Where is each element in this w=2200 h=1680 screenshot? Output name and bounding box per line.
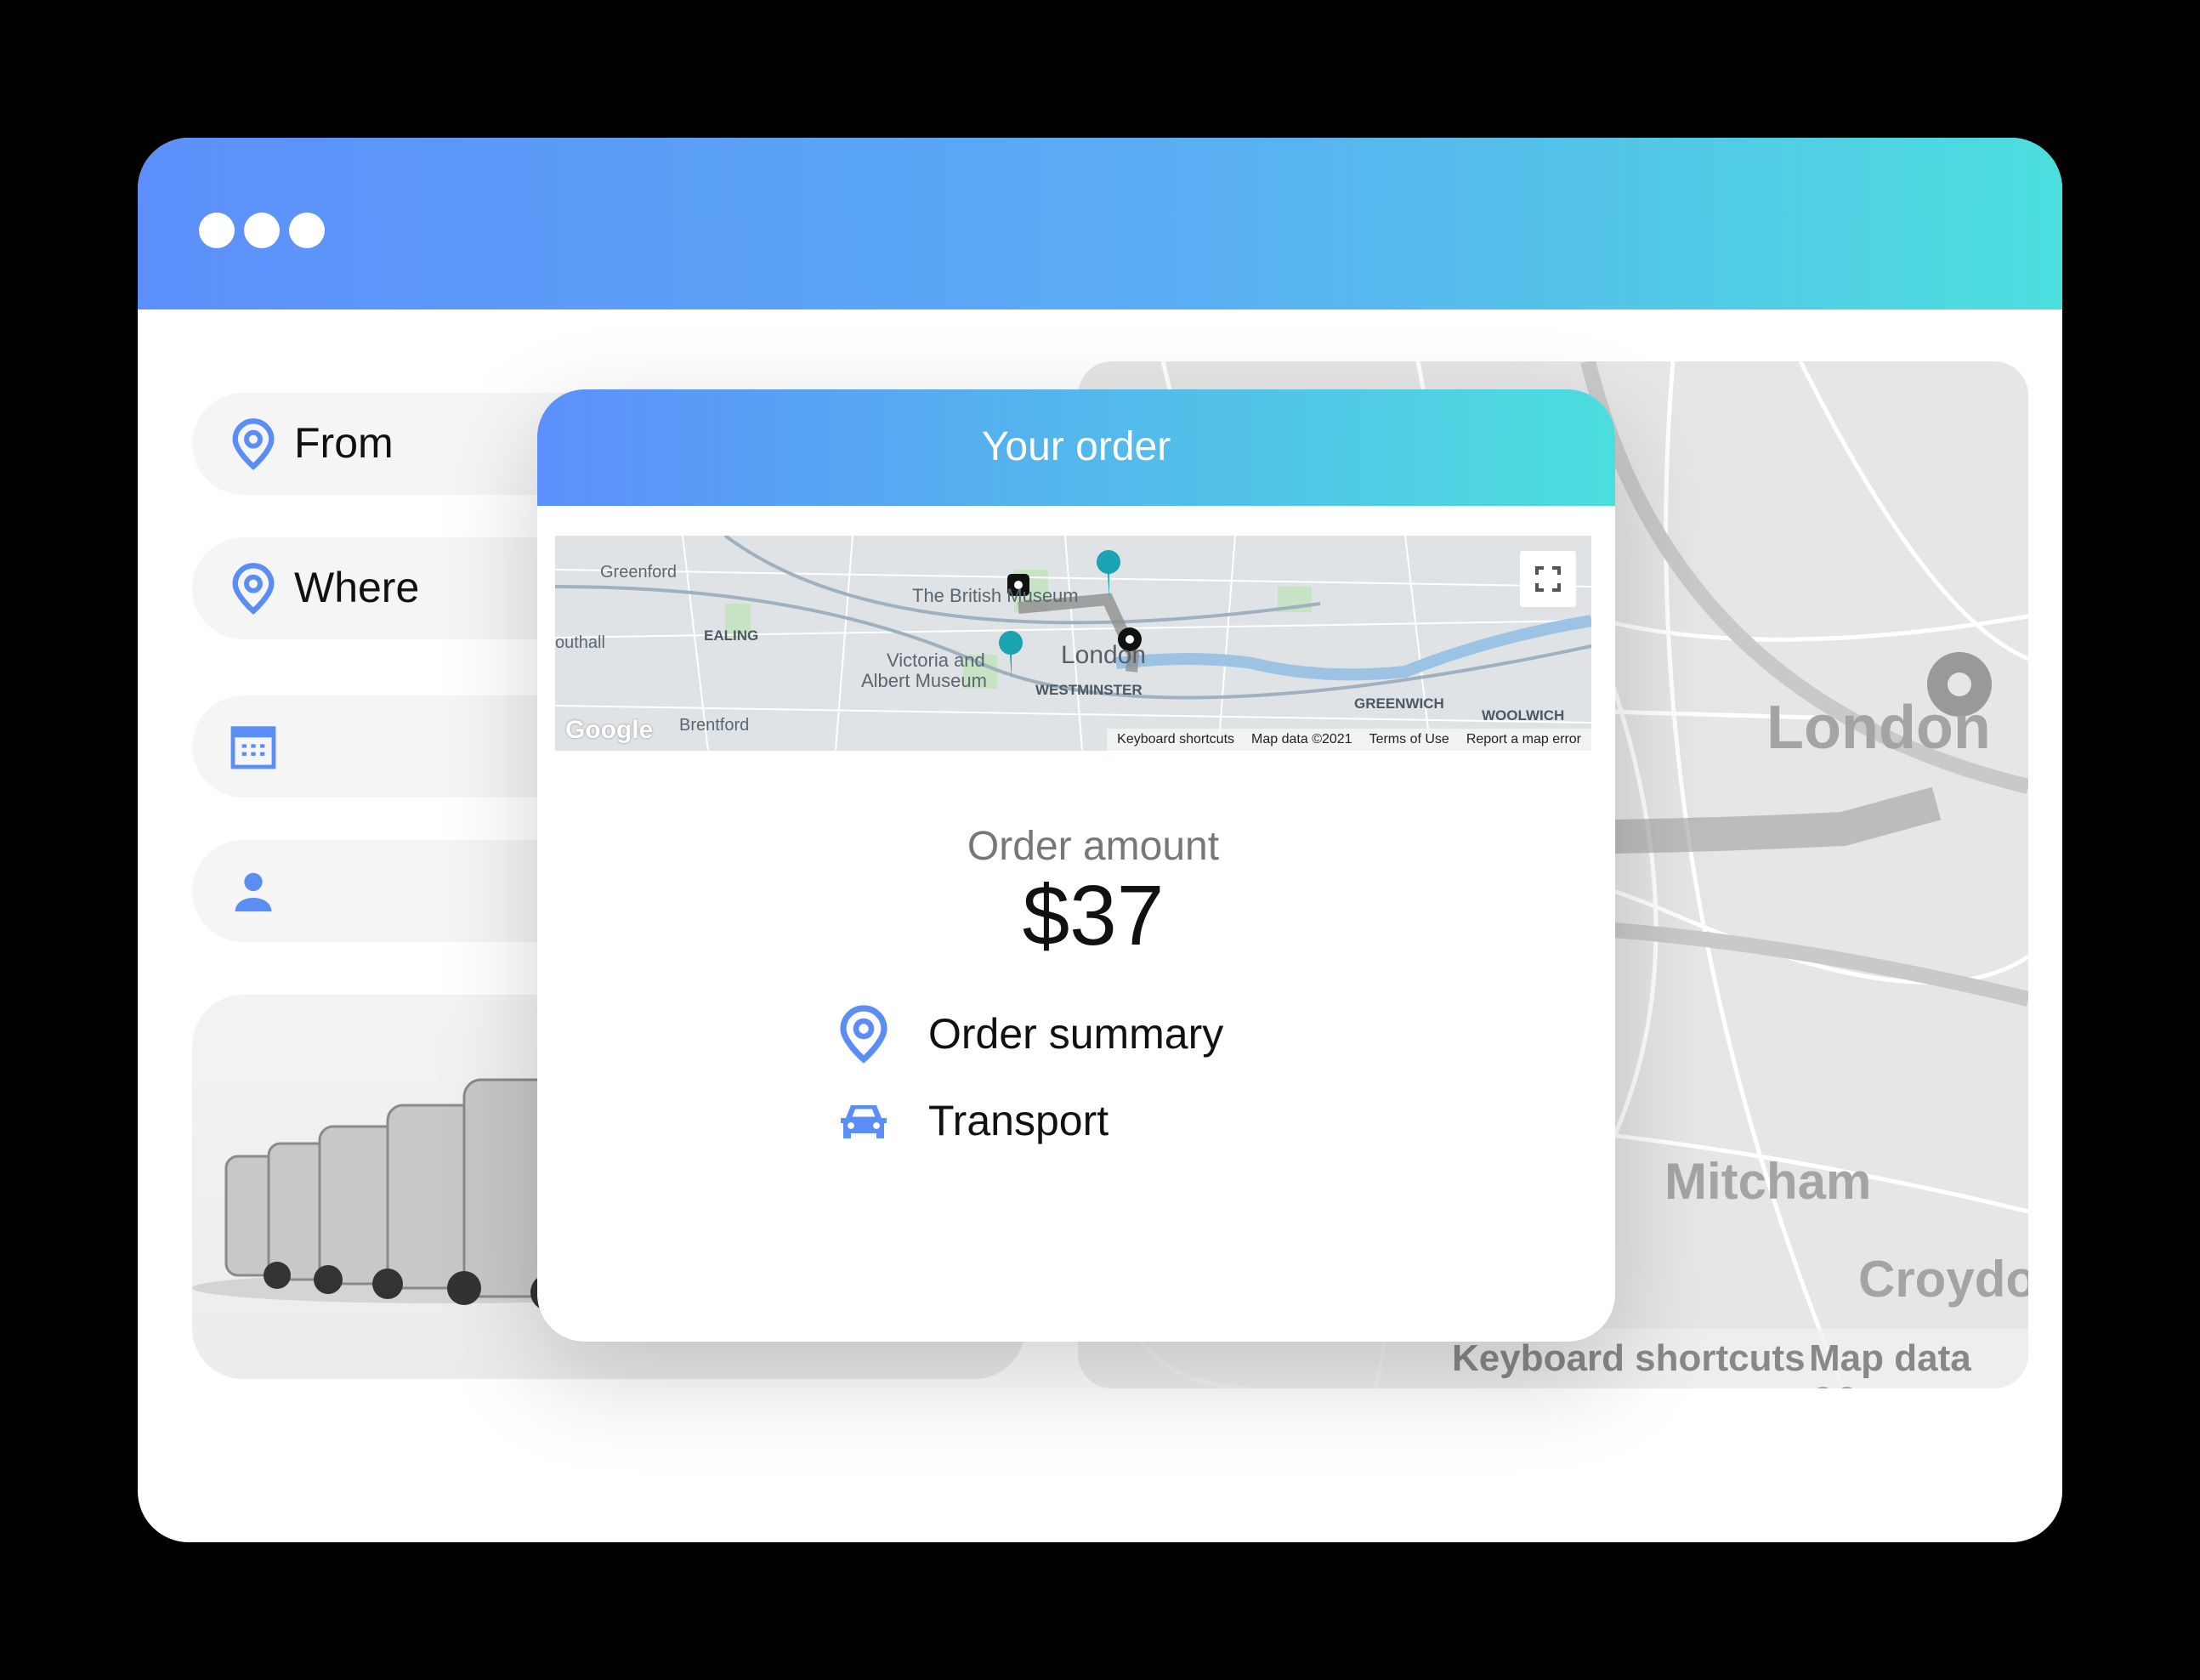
map-label: The British Museum: [912, 585, 1079, 606]
map-label: Victoria and: [887, 650, 985, 671]
order-summary-item[interactable]: Order summary: [833, 1000, 1223, 1068]
map-label: EALING: [704, 627, 759, 644]
map-data-text: Map data ©2021: [1251, 732, 1352, 746]
map-label: Albert Museum: [861, 670, 987, 691]
map-label: WOOLWICH: [1482, 707, 1565, 724]
person-icon: [235, 872, 272, 911]
fullscreen-button[interactable]: [1520, 551, 1576, 607]
fullscreen-icon: [1535, 566, 1561, 592]
map-label: Croydo: [1858, 1251, 2028, 1308]
window-dot[interactable]: [289, 213, 325, 248]
google-logo: Google: [565, 716, 654, 744]
map-label: WESTMINSTER: [1035, 682, 1143, 698]
location-pin-icon: [840, 1005, 887, 1064]
report-error-link[interactable]: Report a map error: [1466, 732, 1581, 747]
order-amount-value: $37: [1022, 868, 1165, 963]
order-summary-label: Order summary: [928, 1010, 1224, 1058]
keyboard-shortcuts-link[interactable]: Keyboard shortcuts: [1117, 732, 1234, 747]
location-pin-icon: [232, 563, 275, 615]
window-dot[interactable]: [244, 213, 280, 248]
map-label: Greenford: [600, 563, 678, 582]
map-label: Mitcham: [1664, 1153, 1872, 1210]
terms-link[interactable]: Terms of Use: [1369, 732, 1449, 747]
where-label: Where: [294, 564, 420, 611]
map-label: London: [1766, 694, 1991, 762]
window-dot[interactable]: [199, 213, 235, 248]
title-bar: [138, 138, 2062, 309]
map-label: outhall: [555, 633, 605, 652]
order-amount-label: Order amount: [967, 824, 1220, 869]
map-footer: Keyboard shortcuts Map data ©2021 Terms …: [1107, 729, 1591, 751]
location-pin-icon: [232, 418, 275, 470]
calendar-icon: [230, 726, 276, 769]
map-label: GREENWICH: [1354, 695, 1444, 712]
keyboard-shortcuts-link[interactable]: Keyboard shortcuts: [1452, 1337, 1806, 1380]
map-data-text: Map data ©2: [1809, 1337, 1971, 1388]
transport-item[interactable]: Transport: [833, 1087, 1109, 1155]
route-map[interactable]: Greenford EALING outhall Brentford The B…: [555, 536, 1591, 751]
car-icon: [841, 1105, 887, 1138]
modal-title: Your order: [981, 424, 1171, 469]
transport-label: Transport: [928, 1097, 1109, 1144]
modal-header: Your order: [537, 389, 1615, 506]
order-modal: Your order Greenford EALING outhall Bren…: [537, 389, 1615, 1342]
map-label: Brentford: [679, 716, 750, 735]
map-label: London: [1061, 641, 1147, 669]
from-label: From: [294, 419, 394, 467]
